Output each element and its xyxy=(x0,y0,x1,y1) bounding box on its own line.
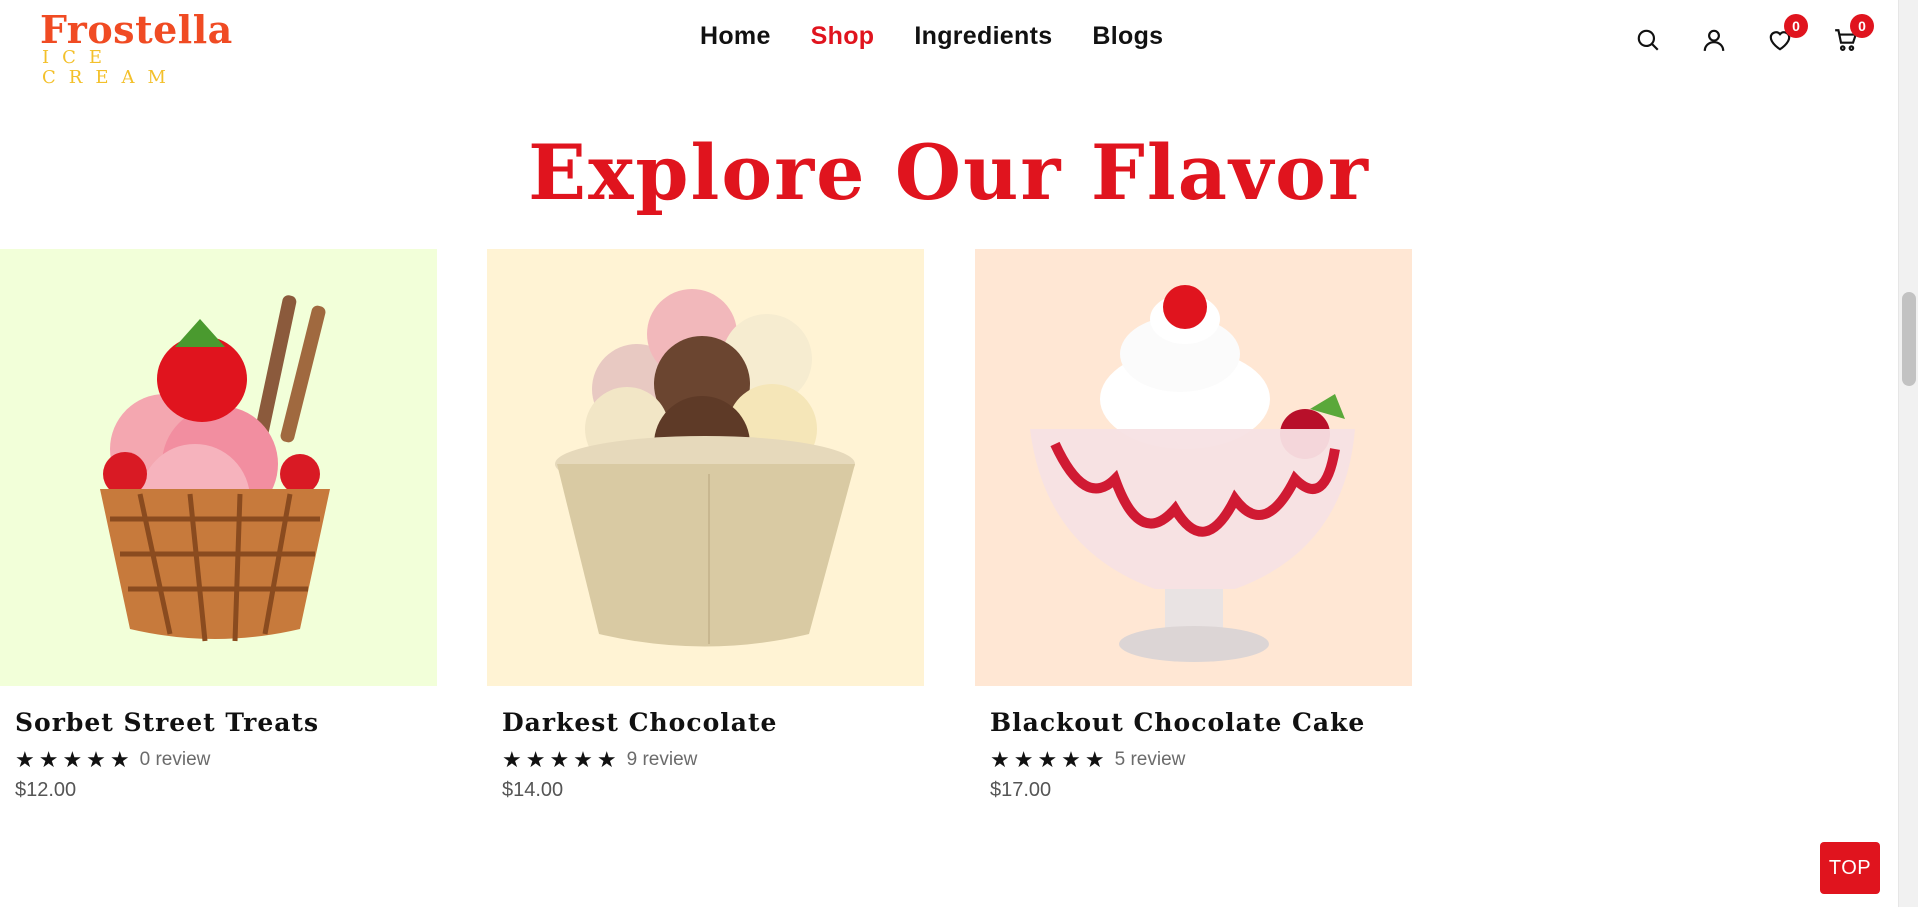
nav-shop[interactable]: Shop xyxy=(811,22,875,51)
product-card[interactable]: Darkest Chocolate ★★★★★ 9 review $14.00 xyxy=(487,249,924,802)
cart-button[interactable]: 0 xyxy=(1828,14,1874,58)
rating-stars: ★★★★★ xyxy=(502,747,621,772)
review-count: 9 review xyxy=(626,749,698,770)
product-price: $14.00 xyxy=(502,779,564,801)
wishlist-count-badge: 0 xyxy=(1784,14,1808,38)
search-button[interactable] xyxy=(1630,22,1666,58)
review-count: 5 review xyxy=(1114,749,1186,770)
product-title[interactable]: Darkest Chocolate xyxy=(502,708,924,737)
cart-count-badge: 0 xyxy=(1850,14,1874,38)
product-rating: ★★★★★ 0 review xyxy=(15,747,437,773)
logo-tagline: ICE CREAM xyxy=(42,47,179,88)
product-title[interactable]: Sorbet Street Treats xyxy=(15,708,437,737)
review-count: 0 review xyxy=(139,749,211,770)
nav-ingredients[interactable]: Ingredients xyxy=(914,22,1052,51)
logo-wordmark: Frostella xyxy=(40,7,233,52)
product-price: $12.00 xyxy=(15,779,77,801)
product-image[interactable] xyxy=(975,249,1412,686)
header-tools: 0 0 xyxy=(1630,14,1874,58)
product-card[interactable]: Sorbet Street Treats ★★★★★ 0 review $12.… xyxy=(0,249,437,802)
product-grid: Sorbet Street Treats ★★★★★ 0 review $12.… xyxy=(0,249,1898,809)
ice-cream-cup-image xyxy=(487,249,924,686)
nav-home[interactable]: Home xyxy=(700,22,771,51)
section-title: Explore Our Flavor xyxy=(528,128,1370,217)
main-nav: Home Shop Ingredients Blogs xyxy=(700,22,1163,51)
brand-logo[interactable]: Frostella ICE CREAM xyxy=(40,7,250,88)
search-icon xyxy=(1637,29,1659,51)
product-rating: ★★★★★ 9 review xyxy=(502,747,924,773)
user-icon xyxy=(1703,29,1725,51)
nav-blogs[interactable]: Blogs xyxy=(1092,22,1163,51)
product-title[interactable]: Blackout Chocolate Cake xyxy=(990,708,1412,737)
rating-stars: ★★★★★ xyxy=(990,747,1109,772)
sundae-image xyxy=(975,249,1412,686)
rating-stars: ★★★★★ xyxy=(15,747,134,772)
page-scrollbar[interactable] xyxy=(1898,0,1918,907)
account-button[interactable] xyxy=(1696,22,1732,58)
scrollbar-thumb[interactable] xyxy=(1902,292,1916,386)
strawberry-cone-image xyxy=(0,249,437,686)
product-price: $17.00 xyxy=(990,779,1052,801)
site-header: Frostella ICE CREAM Home Shop Ingredient… xyxy=(0,0,1898,88)
back-to-top-button[interactable]: TOP xyxy=(1820,842,1880,894)
product-image[interactable] xyxy=(487,249,924,686)
product-card[interactable]: Blackout Chocolate Cake ★★★★★ 5 review $… xyxy=(975,249,1412,802)
product-image[interactable] xyxy=(0,249,437,686)
wishlist-button[interactable]: 0 xyxy=(1762,14,1808,58)
product-rating: ★★★★★ 5 review xyxy=(990,747,1412,773)
